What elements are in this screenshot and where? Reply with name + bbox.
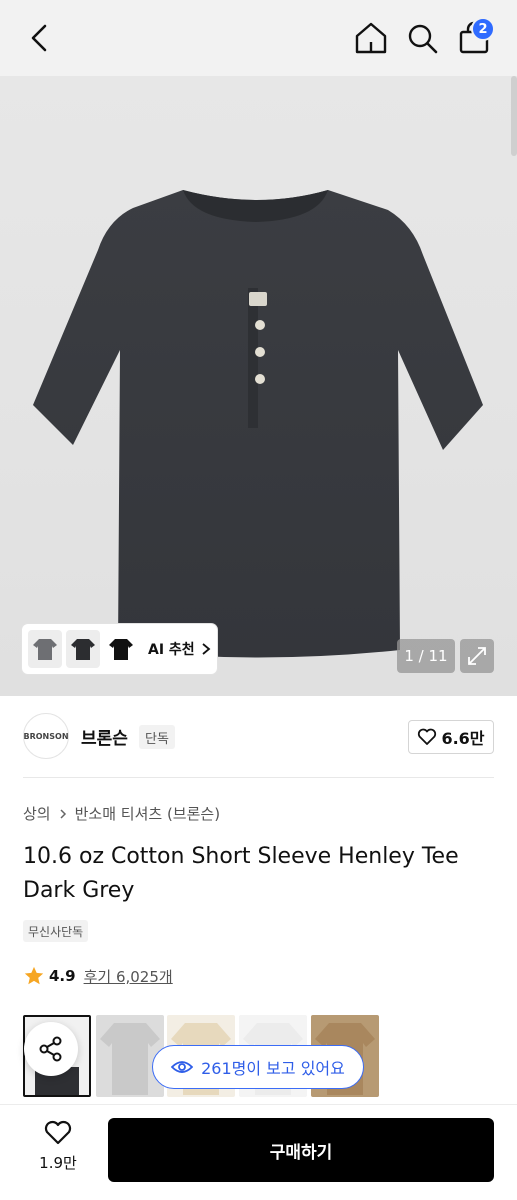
home-button[interactable] [352,18,390,58]
ai-recommend-label: AI 추천 [148,642,195,658]
chevron-right-icon [202,643,211,655]
expand-button[interactable] [460,639,494,673]
product-like-count: 1.9만 [39,1154,77,1172]
exclusive-tag: 무신사단독 [23,920,89,942]
viewers-text: 261명이 보고 있어요 [201,1059,345,1078]
ai-thumb-black [104,630,138,668]
back-button[interactable] [22,18,58,58]
search-button[interactable] [404,18,442,58]
divider [23,777,494,778]
buy-button[interactable]: 구매하기 [108,1118,494,1182]
chevron-right-icon [60,808,66,819]
home-icon [355,22,387,54]
back-icon [31,24,47,52]
scroll-indicator[interactable] [511,76,517,156]
eye-icon [171,1061,194,1073]
product-title: 10.6 oz Cotton Short Sleeve Henley Tee D… [23,844,459,903]
review-link[interactable]: 후기 6,025개 [84,966,173,987]
product-photo [33,190,483,658]
brand-exclusive-tag: 단독 [139,725,175,749]
share-icon [39,1036,62,1062]
product-image-gallery[interactable] [0,76,517,696]
search-icon [408,24,438,54]
ai-thumb-charcoal [66,630,100,668]
heart-icon [418,728,437,745]
product-like-button[interactable]: 1.9만 [28,1120,88,1180]
brand-like-button[interactable]: 6.6만 [408,720,494,754]
breadcrumb-subcategory[interactable]: 반소매 티셔츠 (브론슨) [75,803,220,824]
breadcrumb-category[interactable]: 상의 [23,803,51,824]
brand-like-count: 6.6만 [441,729,485,748]
live-viewers-badge: 261명이 보고 있어요 [152,1045,364,1089]
breadcrumb: 상의 반소매 티셔츠 (브론슨) [23,803,220,824]
rating-value: 4.9 [49,967,76,985]
brand-name[interactable]: 브론슨 [81,724,128,749]
top-nav-bar: 2 [0,0,517,76]
rating-row: 4.9 후기 6,025개 [23,965,173,987]
heart-icon [44,1120,72,1145]
ai-thumb-grey [28,630,62,668]
star-icon [24,966,44,985]
cart-count-badge: 2 [471,17,495,41]
image-counter: 1 / 11 [397,639,455,673]
expand-icon [468,647,486,665]
brand-logo[interactable]: BRONSON [23,713,69,759]
share-button[interactable] [24,1022,78,1076]
ai-recommend-button[interactable]: AI 추천 [22,624,217,674]
